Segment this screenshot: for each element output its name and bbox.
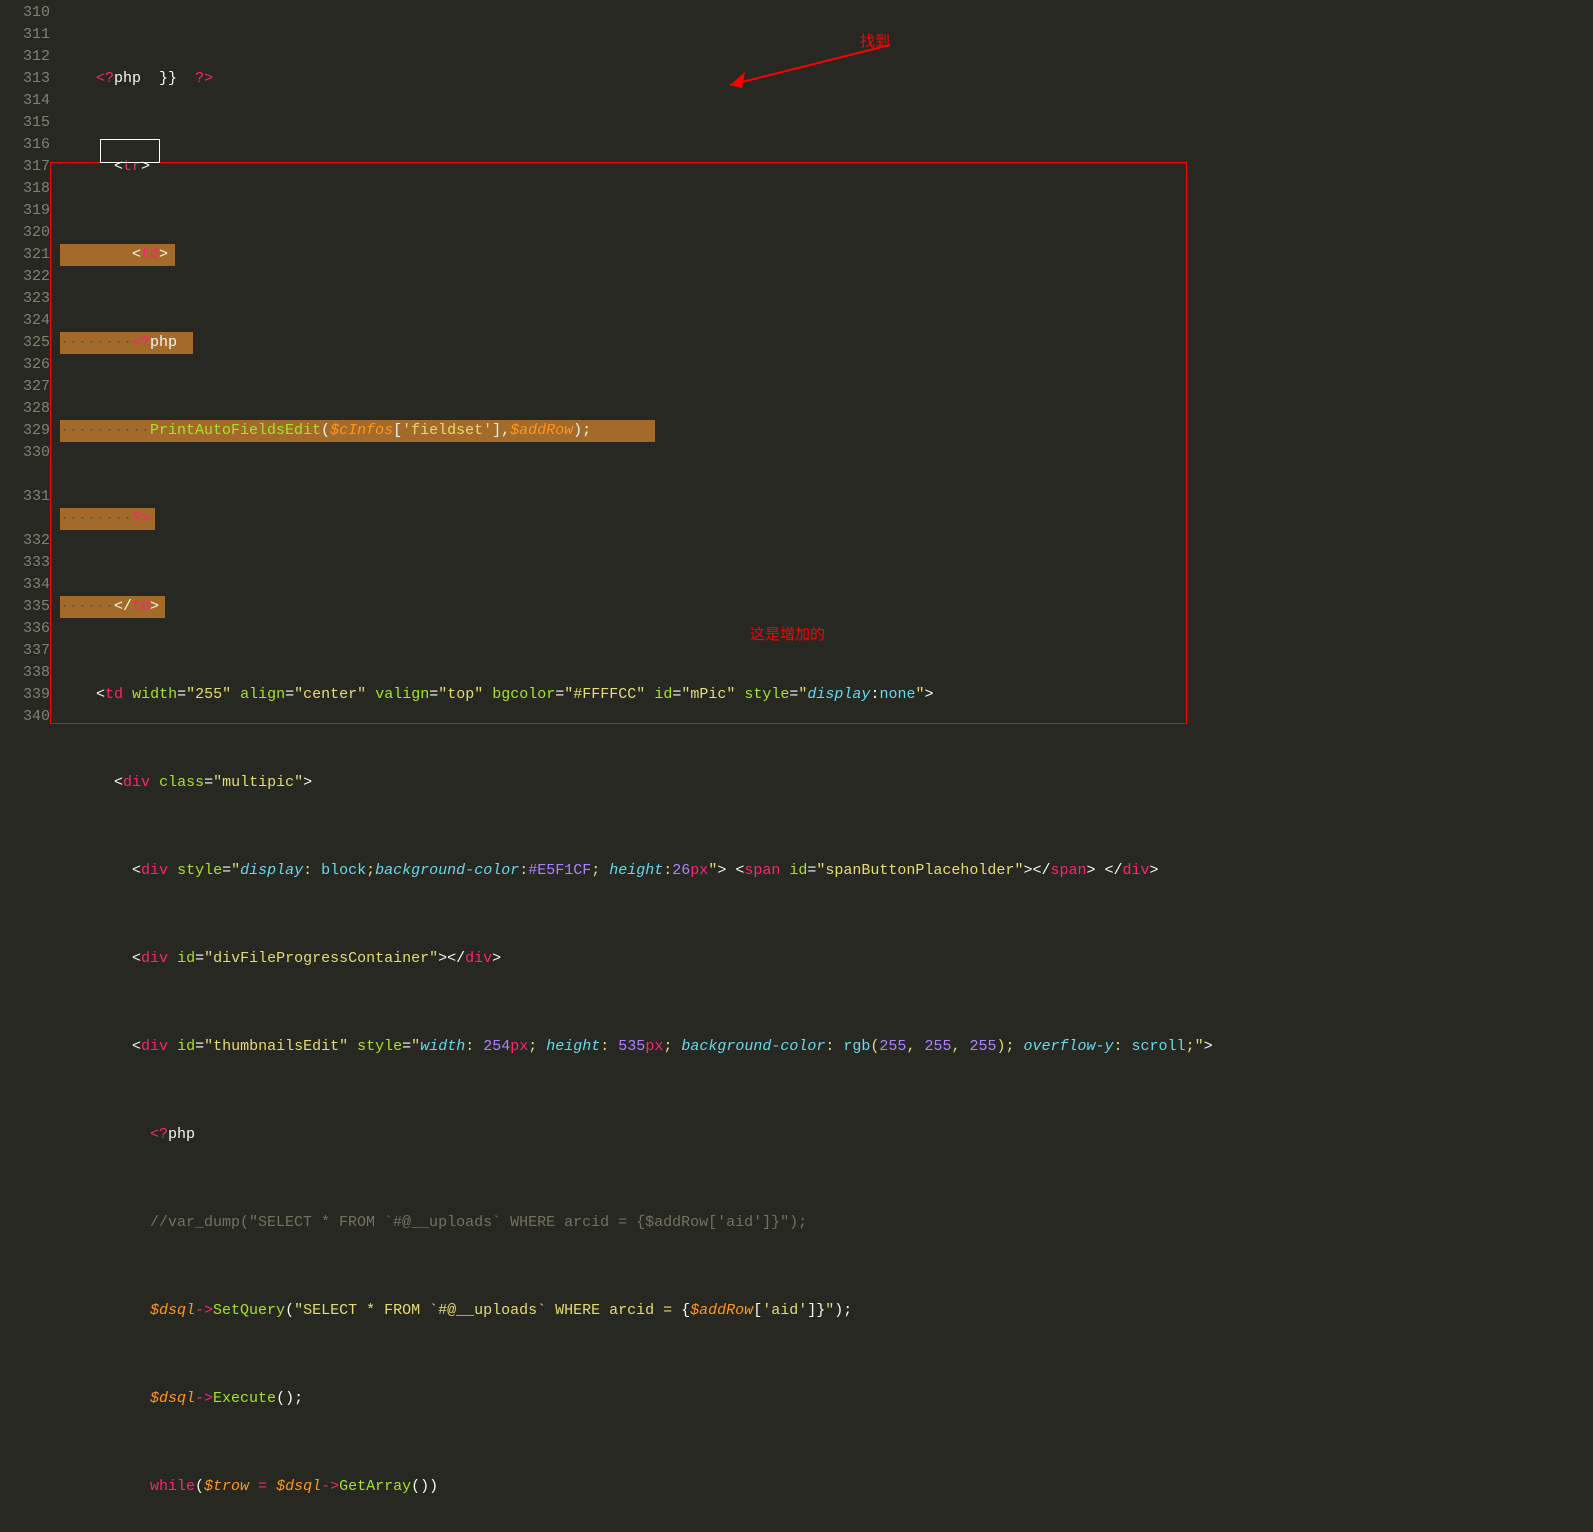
line-number: 332 [0, 530, 50, 552]
code-line[interactable]: <div class="multipic"> [60, 772, 1386, 794]
line-number: 339 [0, 684, 50, 706]
arrow-icon [720, 40, 900, 100]
line-number: 333 [0, 552, 50, 574]
code-line[interactable]: ······</td> [60, 596, 1386, 618]
line-number: 314 [0, 90, 50, 112]
line-number-gutter: 3103113123133143153163173183193203213223… [0, 0, 60, 1532]
line-number: 321 [0, 244, 50, 266]
annotation-added: 这是增加的 [750, 625, 825, 647]
code-line[interactable]: $dsql->Execute(); [60, 1388, 1386, 1410]
code-line[interactable]: <td width="255" align="center" valign="t… [60, 684, 1386, 706]
line-number: 337 [0, 640, 50, 662]
line-number: 320 [0, 222, 50, 244]
code-line[interactable]: <tr> [60, 156, 1386, 178]
line-number: 327 [0, 376, 50, 398]
line-number: 324 [0, 310, 50, 332]
line-number: 328 [0, 398, 50, 420]
code-line[interactable]: ········<?php [60, 332, 1386, 354]
code-line[interactable]: <td> [60, 244, 1386, 266]
line-number: 310 [0, 2, 50, 24]
line-number: 313 [0, 68, 50, 90]
line-number: 323 [0, 288, 50, 310]
line-number: 318 [0, 178, 50, 200]
line-number: 326 [0, 354, 50, 376]
line-number: 325 [0, 332, 50, 354]
line-number: 312 [0, 46, 50, 68]
code-editor[interactable]: 3103113123133143153163173183193203213223… [0, 0, 1593, 1532]
code-line[interactable]: <div style="display: block;background-co… [60, 860, 1386, 882]
code-line[interactable]: $dsql->SetQuery("SELECT * FROM `#@__uplo… [60, 1300, 1386, 1322]
code-area[interactable]: <?php }} ?> <tr> <td> ········<?php ····… [60, 0, 1386, 1532]
code-line[interactable]: <?php [60, 1124, 1386, 1146]
code-line[interactable]: <div id="divFileProgressContainer"></div… [60, 948, 1386, 970]
line-number: 315 [0, 112, 50, 134]
line-number: 336 [0, 618, 50, 640]
line-number: 319 [0, 200, 50, 222]
line-number: 334 [0, 574, 50, 596]
line-number: 329 [0, 420, 50, 442]
line-number: 322 [0, 266, 50, 288]
line-number: 311 [0, 24, 50, 46]
line-number: 340 [0, 706, 50, 728]
line-number: 338 [0, 662, 50, 684]
code-line[interactable]: <div id="thumbnailsEdit" style="width: 2… [60, 1036, 1386, 1058]
line-number: 330 [0, 442, 50, 464]
code-line[interactable]: ··········PrintAutoFieldsEdit($cInfos['f… [60, 420, 1386, 442]
line-number: 317 [0, 156, 50, 178]
code-line[interactable]: //var_dump("SELECT * FROM `#@__uploads` … [60, 1212, 1386, 1234]
line-number: 331 [0, 486, 50, 508]
code-line[interactable]: while($trow = $dsql->GetArray()) [60, 1476, 1386, 1498]
line-number: 335 [0, 596, 50, 618]
code-line[interactable]: ········?> [60, 508, 1386, 530]
line-number: 316 [0, 134, 50, 156]
